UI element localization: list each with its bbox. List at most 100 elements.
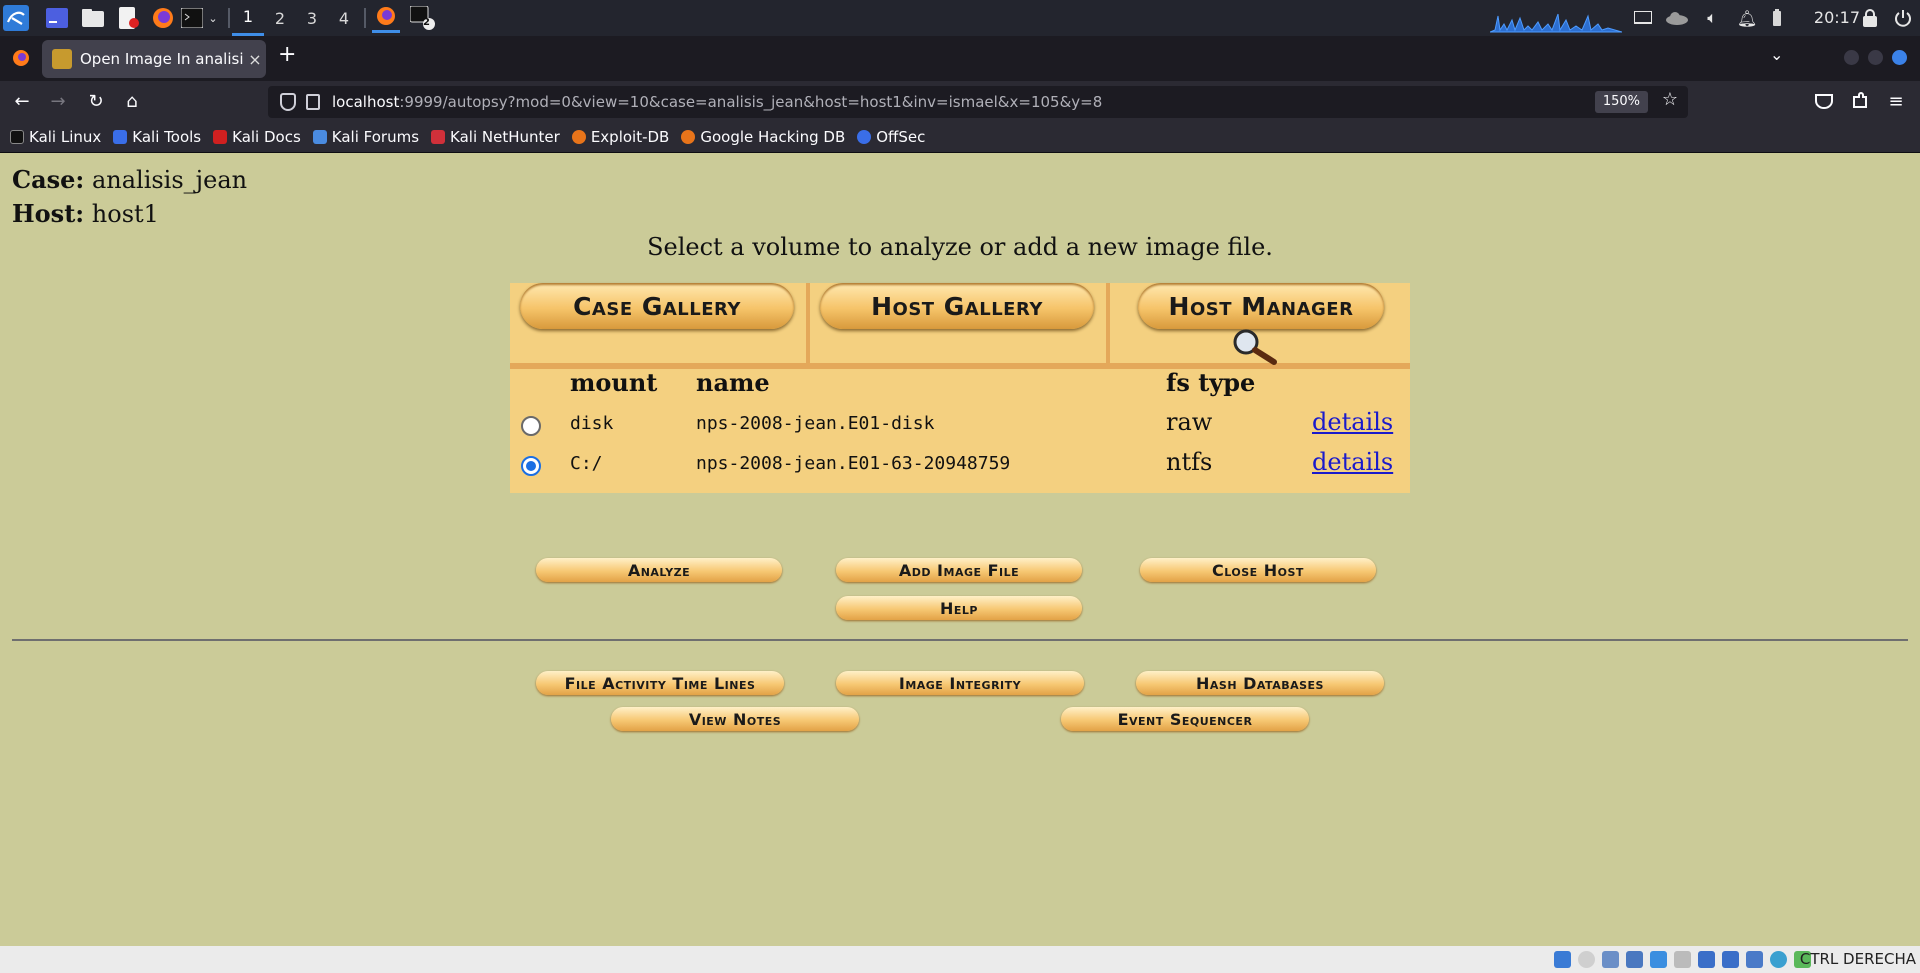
host-label: Host:	[12, 199, 85, 228]
tab-close-icon[interactable]: ×	[244, 50, 266, 69]
vm-optical-icon[interactable]	[1578, 951, 1595, 968]
kali-menu-icon[interactable]	[2, 5, 30, 31]
vm-display-icon[interactable]	[1698, 951, 1715, 968]
offsec-icon	[857, 129, 872, 144]
power-icon[interactable]	[1892, 5, 1914, 31]
bookmark-exploit-db[interactable]: Exploit-DB	[571, 127, 670, 146]
close-host-button[interactable]: Close Host	[1140, 558, 1376, 582]
cloud-icon[interactable]	[1664, 5, 1690, 31]
maximize-button[interactable]	[1868, 50, 1883, 65]
page-info-icon[interactable]	[306, 94, 320, 110]
file-activity-timelines-button[interactable]: File Activity Time Lines	[536, 671, 784, 695]
bookmark-label: Exploit-DB	[590, 127, 670, 146]
tab-strip: Open Image In analisis_je × + ⌄	[0, 36, 1920, 81]
vm-guest-additions-icon[interactable]	[1770, 951, 1787, 968]
view-notes-button[interactable]: View Notes	[611, 707, 859, 731]
bookmark-star-icon[interactable]: ☆	[1662, 89, 1678, 110]
tracking-shield-icon[interactable]	[280, 93, 296, 111]
file-manager-icon[interactable]	[80, 5, 106, 31]
divider	[12, 639, 1908, 641]
workspace-app-icon[interactable]	[44, 5, 70, 31]
hash-databases-button[interactable]: Hash Databases	[1136, 671, 1384, 695]
display-icon[interactable]	[1632, 5, 1654, 31]
minimize-button[interactable]	[1844, 50, 1859, 65]
instruction-text: Select a volume to analyze or add a new …	[647, 233, 1273, 261]
vm-shared-folder-icon[interactable]	[1674, 951, 1691, 968]
notification-bell-icon[interactable]: 🔔︎	[1736, 5, 1758, 31]
details-link[interactable]: details	[1312, 448, 1393, 476]
firefox-window-icon[interactable]	[372, 2, 400, 33]
new-tab-button[interactable]: +	[278, 42, 296, 67]
url-path: :9999/autopsy?mod=0&view=10&case=analisi…	[399, 93, 1103, 111]
bookmark-label: Kali Forums	[331, 127, 420, 146]
vm-status-bar: CTRL DERECHA	[0, 946, 1920, 973]
host-value: host1	[91, 200, 159, 228]
workspace-3[interactable]: 3	[296, 0, 328, 36]
url-bar[interactable]: localhost:9999/autopsy?mod=0&view=10&cas…	[268, 86, 1688, 118]
bookmark-label: Kali Docs	[232, 127, 301, 146]
help-button[interactable]: Help	[836, 596, 1082, 620]
forward-icon[interactable]: →	[46, 89, 70, 113]
bookmark-kali-docs[interactable]: Kali Docs	[213, 128, 301, 146]
event-sequencer-button[interactable]: Event Sequencer	[1061, 707, 1309, 731]
home-icon[interactable]: ⌂	[120, 89, 144, 113]
reload-icon[interactable]: ↻	[84, 89, 108, 113]
extensions-icon[interactable]	[1848, 89, 1872, 113]
tab-autopsy[interactable]: Open Image In analisis_je ×	[42, 40, 266, 78]
text-editor-icon[interactable]	[116, 5, 142, 31]
bookmark-offsec[interactable]: OffSec	[857, 128, 925, 146]
tab-case-gallery[interactable]: Case Gallery	[520, 283, 794, 329]
chevron-down-icon[interactable]: ⌄	[206, 5, 220, 31]
bookmark-kali-nethunter[interactable]: Kali NetHunter	[431, 128, 560, 146]
details-link[interactable]: details	[1312, 408, 1393, 436]
pocket-icon[interactable]	[1812, 89, 1836, 113]
bookmark-kali-forums[interactable]: Kali Forums	[312, 127, 420, 146]
vm-cpu-icon[interactable]	[1746, 951, 1763, 968]
analyze-button[interactable]: Analyze	[536, 558, 782, 582]
vm-usb-icon[interactable]	[1650, 951, 1667, 968]
bookmark-kali-tools[interactable]: Kali Tools	[113, 128, 201, 146]
bookmark-label: Kali Linux	[29, 127, 102, 146]
firefox-icon[interactable]	[150, 5, 176, 31]
zoom-level[interactable]: 150%	[1594, 91, 1648, 113]
image-integrity-button[interactable]: Image Integrity	[836, 671, 1084, 695]
close-window-button[interactable]	[1892, 50, 1907, 65]
back-icon[interactable]: ←	[10, 89, 34, 113]
add-image-file-button[interactable]: Add Image File	[836, 558, 1082, 582]
case-line: Case: analisis_jean	[12, 165, 247, 194]
volume-radio-disk[interactable]	[521, 416, 541, 436]
app-menu-icon[interactable]: ≡	[1884, 89, 1908, 113]
tab-host-manager[interactable]: Host Manager	[1138, 283, 1384, 329]
magnifier-icon	[1233, 329, 1277, 365]
vm-recording-icon[interactable]	[1722, 951, 1739, 968]
tab-host-gallery[interactable]: Host Gallery	[820, 283, 1094, 329]
case-value: analisis_jean	[91, 166, 248, 194]
vm-network-icon[interactable]	[1626, 951, 1643, 968]
volume-fs-type: raw	[1166, 408, 1213, 436]
battery-icon[interactable]	[1768, 5, 1786, 31]
column-name: name	[696, 368, 770, 397]
kali-forums-icon	[312, 129, 327, 144]
exploit-db-icon	[571, 129, 586, 144]
bookmark-label: Kali Tools	[132, 127, 202, 146]
volume-radio-c[interactable]	[521, 456, 541, 476]
workspace-1[interactable]: 1	[232, 0, 264, 36]
list-all-tabs-icon[interactable]: ⌄	[1770, 45, 1783, 64]
autopsy-favicon-icon	[52, 49, 72, 69]
workspace-2[interactable]: 2	[264, 0, 296, 36]
nethunter-icon	[431, 129, 446, 144]
url-host: localhost	[332, 93, 400, 111]
lock-icon[interactable]	[1860, 5, 1880, 31]
workspace-4[interactable]: 4	[328, 0, 360, 36]
kali-dragon-icon	[10, 129, 24, 144]
bookmark-google-hacking-db[interactable]: Google Hacking DB	[681, 128, 845, 146]
bookmark-kali-linux[interactable]: Kali Linux	[10, 128, 101, 146]
host-line: Host: host1	[12, 199, 159, 228]
volume-mount: disk	[570, 413, 614, 434]
volume-icon[interactable]: 🔈︎	[1700, 5, 1724, 31]
firefox-view-icon[interactable]	[12, 49, 30, 71]
terminal-count-badge: 2	[423, 17, 430, 28]
vm-audio-icon[interactable]	[1602, 951, 1619, 968]
vm-hdd-icon[interactable]	[1554, 951, 1571, 968]
terminal-icon[interactable]	[180, 5, 204, 31]
